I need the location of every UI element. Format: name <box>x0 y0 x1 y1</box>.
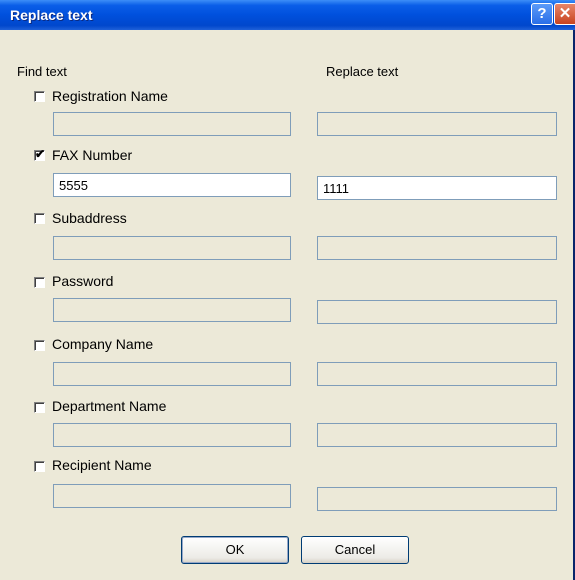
find-company-name-field[interactable] <box>53 362 291 386</box>
checkbox-registration-name[interactable] <box>34 91 45 102</box>
replace-fax-number-field[interactable] <box>317 176 557 200</box>
help-button[interactable]: ? <box>531 3 553 25</box>
help-icon: ? <box>537 5 547 22</box>
find-department-name-field[interactable] <box>53 423 291 447</box>
close-button[interactable]: ✕ <box>554 3 575 25</box>
checkbox-password[interactable] <box>34 277 45 288</box>
replace-department-name-field[interactable] <box>317 423 557 447</box>
checkbox-fax-number[interactable]: ✔ <box>34 147 45 161</box>
replace-subaddress-field[interactable] <box>317 236 557 260</box>
find-password-field[interactable] <box>53 298 291 322</box>
find-text-header: Find text <box>17 64 67 79</box>
find-registration-name-field[interactable] <box>53 112 291 136</box>
label-password: Password <box>52 273 114 289</box>
title-bar: Replace text ? ✕ <box>0 0 575 30</box>
replace-registration-name-field[interactable] <box>317 112 557 136</box>
label-company-name: Company Name <box>52 336 154 352</box>
label-fax-number: FAX Number <box>52 147 133 163</box>
replace-text-header: Replace text <box>326 64 399 79</box>
label-subaddress: Subaddress <box>52 210 127 226</box>
close-icon: ✕ <box>558 5 572 22</box>
replace-company-name-field[interactable] <box>317 362 557 386</box>
label-recipient-name: Recipient Name <box>52 457 152 473</box>
ok-button[interactable]: OK <box>181 536 289 564</box>
checkbox-recipient-name[interactable] <box>34 461 45 472</box>
replace-password-field[interactable] <box>317 300 557 324</box>
checkbox-subaddress[interactable] <box>34 213 45 224</box>
find-fax-number-field[interactable] <box>53 173 291 197</box>
cancel-button[interactable]: Cancel <box>301 536 409 564</box>
label-department-name: Department Name <box>52 398 167 414</box>
find-recipient-name-field[interactable] <box>53 484 291 508</box>
find-subaddress-field[interactable] <box>53 236 291 260</box>
dialog-title: Replace text <box>10 7 93 23</box>
replace-text-dialog: Replace text ? ✕ Find text Replace text … <box>0 0 575 580</box>
checkbox-department-name[interactable] <box>34 402 45 413</box>
checkbox-company-name[interactable] <box>34 340 45 351</box>
label-registration-name: Registration Name <box>52 88 168 104</box>
replace-recipient-name-field[interactable] <box>317 487 557 511</box>
